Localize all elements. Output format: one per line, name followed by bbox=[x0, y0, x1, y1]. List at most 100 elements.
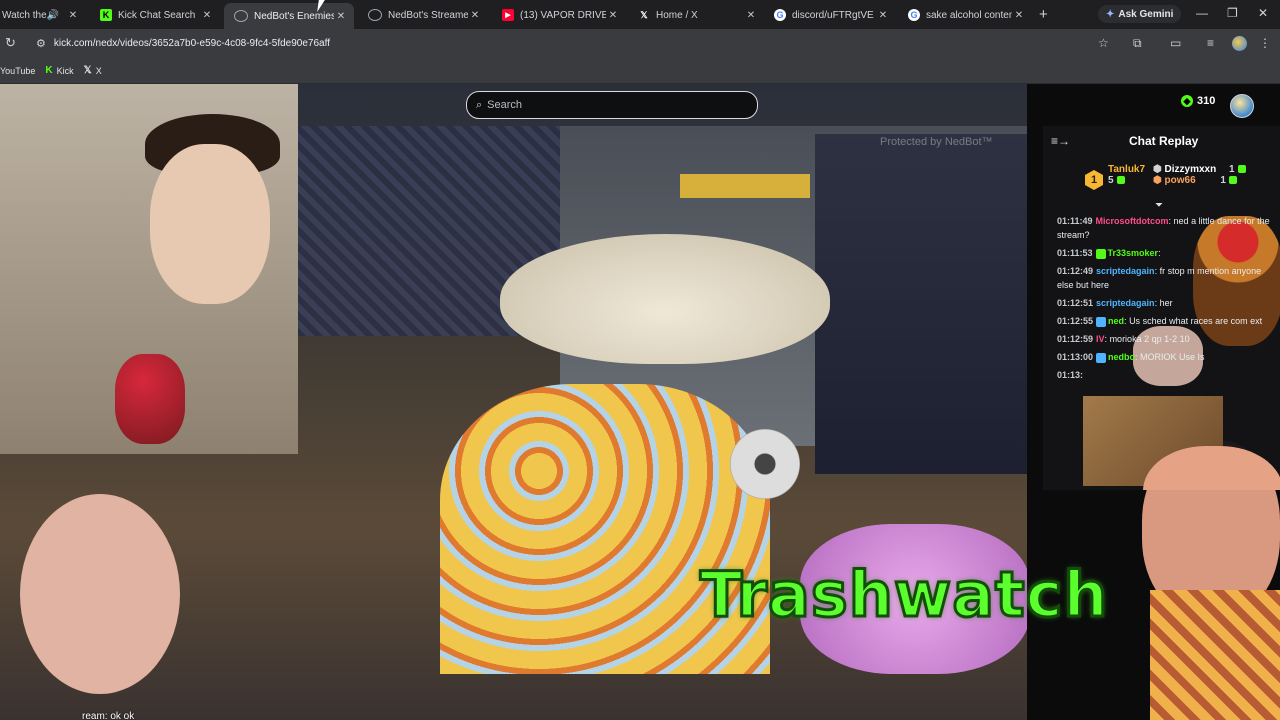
bookmark-youtube[interactable]: YouTube bbox=[0, 66, 35, 76]
tab-0[interactable]: Watch the V 🔊 ✕ bbox=[0, 3, 86, 27]
profile-avatar[interactable] bbox=[1232, 36, 1247, 51]
message-user[interactable]: IV bbox=[1096, 334, 1105, 344]
tab-6[interactable]: G discord/uFTRgtVE - Go ✕ bbox=[764, 3, 896, 27]
site-info-icon[interactable]: ⚙ bbox=[36, 37, 46, 50]
tab-2[interactable]: NedBot's Enemies List ✕ bbox=[224, 3, 354, 29]
chat-replay-panel: ≡→ Chat Replay 1 Tanluk7 5 ⬢ Dizzymxxn 1… bbox=[1043, 126, 1280, 490]
bookmark-kick[interactable]: K Kick bbox=[45, 65, 73, 76]
leader-count: 1 bbox=[1228, 164, 1235, 175]
points-value: 310 bbox=[1197, 95, 1216, 107]
video-shelf bbox=[680, 174, 810, 198]
google-icon: G bbox=[908, 9, 920, 21]
badge-icon bbox=[1096, 316, 1107, 327]
tab-5[interactable]: 𝕏 Home / X ✕ bbox=[628, 3, 764, 27]
menu-icon[interactable]: ⋮ bbox=[1259, 36, 1271, 50]
tab-1[interactable]: K Kick Chat Search ✕ bbox=[90, 3, 220, 27]
tab-3[interactable]: NedBot's Streamer Wa ✕ bbox=[358, 3, 488, 27]
kick-icon: K bbox=[45, 65, 53, 76]
chat-message: 01:13: bbox=[1057, 368, 1277, 382]
message-user[interactable]: nedbo bbox=[1108, 352, 1135, 362]
close-icon[interactable]: ✕ bbox=[468, 10, 482, 21]
close-window-icon[interactable]: ✕ bbox=[1258, 6, 1268, 20]
user-avatar[interactable] bbox=[1230, 94, 1254, 118]
close-icon[interactable]: ✕ bbox=[744, 10, 758, 21]
kick-badge-icon bbox=[1228, 176, 1237, 185]
browser-toolbar: ↻ ⚙ kick.com/nedx/videos/3652a7b0-e59c-4… bbox=[0, 29, 1280, 58]
message-time: 01:12:59 bbox=[1057, 334, 1094, 344]
url-text: kick.com/nedx/videos/3652a7b0-e59c-4c08-… bbox=[53, 38, 330, 49]
leader-name: Dizzymxxn bbox=[1164, 164, 1217, 175]
close-icon[interactable]: ✕ bbox=[200, 10, 214, 21]
maximize-icon[interactable]: ❐ bbox=[1227, 6, 1238, 20]
close-icon[interactable]: ✕ bbox=[1012, 10, 1026, 21]
message-time: 01:12:51 bbox=[1057, 298, 1094, 308]
close-icon[interactable]: ✕ bbox=[66, 10, 80, 21]
bookmark-star-icon[interactable]: ☆ bbox=[1098, 36, 1109, 50]
points-display[interactable]: ◆ 310 bbox=[1181, 95, 1215, 107]
message-text: MORIOK Use Is bbox=[1140, 352, 1205, 362]
leaderboard-entry[interactable]: Tanluk7 5 bbox=[1108, 164, 1145, 186]
new-tab-icon[interactable]: + bbox=[1039, 6, 1048, 23]
bookmark-x[interactable]: 𝕏 X bbox=[84, 65, 102, 76]
close-icon[interactable]: ✕ bbox=[334, 11, 348, 22]
leader-name: pow66 bbox=[1164, 175, 1196, 186]
chat-message: 01:12:59 IV: morioka 2 qp 1-2 10 bbox=[1057, 334, 1190, 344]
message-text: Us sched what races are com ext bbox=[1129, 316, 1263, 326]
kick-badge-icon bbox=[1095, 248, 1106, 259]
reload-icon[interactable]: ↻ bbox=[5, 35, 16, 51]
trashwatch-logo: Trashwatch bbox=[699, 557, 1110, 633]
gemini-label: Ask Gemini bbox=[1118, 8, 1174, 20]
webcam-face bbox=[150, 144, 270, 304]
video-cowboy-hat bbox=[500, 234, 830, 364]
bald-man-image bbox=[20, 494, 180, 694]
bookmark-label: X bbox=[95, 65, 102, 76]
chat-header: ≡→ Chat Replay bbox=[1043, 126, 1280, 156]
extensions-icon[interactable]: ⧉ bbox=[1133, 36, 1142, 51]
tab-label: discord/uFTRgtVE - Go bbox=[792, 9, 876, 21]
badge-icon bbox=[1096, 352, 1107, 363]
kick-badge-icon bbox=[1237, 165, 1246, 174]
search-placeholder: Search bbox=[487, 99, 523, 111]
tab-7[interactable]: G sake alcohol content - ✕ bbox=[898, 3, 1032, 27]
speaker-icon[interactable]: 🔊 bbox=[46, 10, 60, 21]
kick-icon: K bbox=[100, 9, 112, 21]
video-caption: ream: ok ok bbox=[82, 711, 135, 720]
ask-gemini-button[interactable]: ✦ Ask Gemini bbox=[1098, 5, 1182, 23]
tab-label: (13) VAPOR DRIVE = A bbox=[520, 9, 606, 21]
kick-badge-icon bbox=[1116, 176, 1125, 185]
media-icon[interactable]: ≡ bbox=[1207, 36, 1214, 50]
message-user[interactable]: scriptedagain bbox=[1096, 266, 1155, 276]
google-icon: G bbox=[774, 9, 786, 21]
tab-label: NedBot's Enemies List bbox=[254, 10, 334, 22]
globe-icon bbox=[368, 9, 382, 21]
close-icon[interactable]: ✕ bbox=[606, 10, 620, 21]
tab-label: Home / X bbox=[656, 9, 698, 21]
tab-label: sake alcohol content - bbox=[926, 9, 1012, 21]
minimize-icon[interactable]: — bbox=[1196, 6, 1208, 20]
filter-icon[interactable]: ⏷ bbox=[1155, 200, 1163, 211]
close-icon[interactable]: ✕ bbox=[876, 10, 890, 21]
shield-icon: ⬢ bbox=[1153, 164, 1162, 175]
message-text: morioka 2 qp 1-2 10 bbox=[1109, 334, 1190, 344]
leader-count: 5 bbox=[1108, 175, 1114, 186]
message-time: 01:12:55 bbox=[1057, 316, 1094, 326]
chat-message: 01:11:53 Tr33smoker: bbox=[1057, 248, 1161, 259]
collapse-chat-icon[interactable]: ≡→ bbox=[1051, 134, 1070, 148]
message-time: 01:11:49 bbox=[1057, 216, 1093, 226]
message-user[interactable]: ned bbox=[1108, 316, 1124, 326]
leaderboard-entry[interactable]: ⬢ Dizzymxxn 1 ⬢ pow66 1 bbox=[1153, 164, 1246, 186]
address-bar[interactable]: ⚙ kick.com/nedx/videos/3652a7b0-e59c-4c0… bbox=[28, 32, 1118, 55]
message-user[interactable]: scriptedagain bbox=[1096, 298, 1155, 308]
tab-4[interactable]: ▶ (13) VAPOR DRIVE = A ✕ bbox=[492, 3, 626, 27]
leader-count: 1 bbox=[1220, 175, 1226, 186]
tab-label: Kick Chat Search bbox=[118, 9, 196, 21]
chat-message-list: 01:11:49 Microsoftdotcom: ned a little da… bbox=[1057, 214, 1277, 386]
cast-icon[interactable]: ▭ bbox=[1170, 36, 1181, 50]
chat-message: 01:11:49 Microsoftdotcom: ned a little da… bbox=[1057, 216, 1270, 240]
message-user[interactable]: Microsoftdotcom bbox=[1096, 216, 1169, 226]
bookmark-label: YouTube bbox=[0, 65, 36, 76]
message-user[interactable]: Tr33smoker bbox=[1108, 248, 1159, 258]
video-watermark: Protected by NedBot™ bbox=[880, 136, 993, 148]
video-closet bbox=[815, 134, 1027, 474]
search-input[interactable]: ⌕ Search bbox=[466, 91, 758, 119]
